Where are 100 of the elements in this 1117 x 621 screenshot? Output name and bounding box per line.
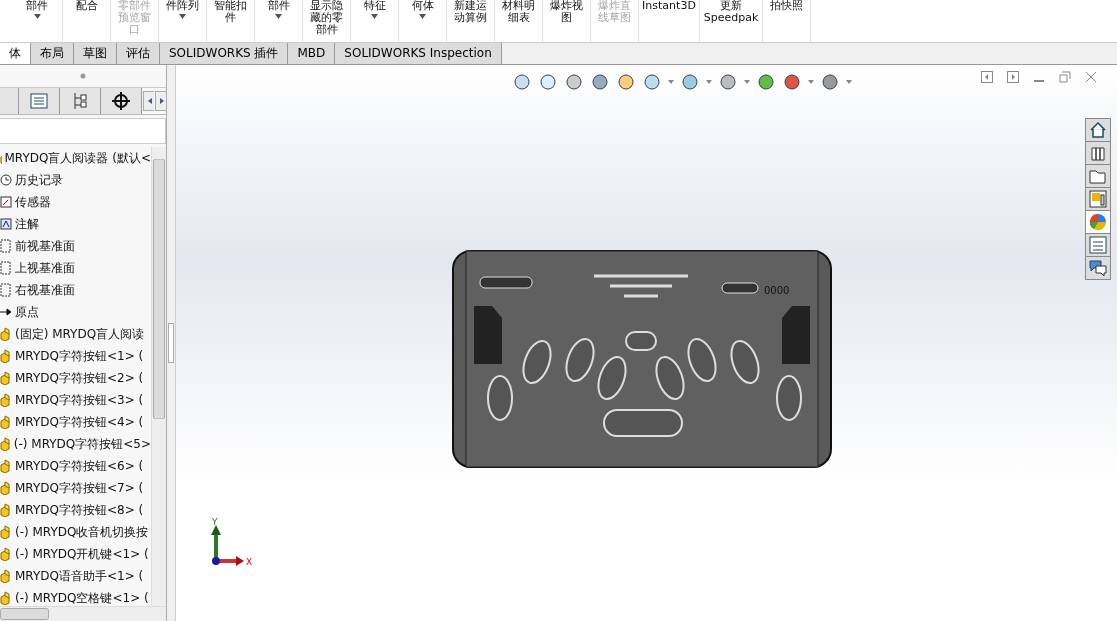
tree-item[interactable]: 注解 [15, 215, 39, 233]
ribbon-command[interactable]: 特征 [363, 0, 386, 12]
ribbon-command[interactable]: 智能扣 [214, 0, 247, 12]
ribbon-command[interactable]: 新建运 [454, 0, 487, 12]
ribbon-command[interactable]: 件阵列 [166, 0, 199, 12]
caret-icon[interactable] [419, 14, 426, 19]
crosshair-icon[interactable] [112, 92, 130, 110]
tree-item[interactable]: 历史记录 [15, 171, 63, 189]
cubes-icon [0, 393, 12, 407]
ribbon-tab[interactable]: 体 [0, 43, 31, 64]
ribbon-tab[interactable]: 评估 [117, 43, 160, 64]
caret-icon[interactable] [743, 80, 750, 84]
tree-item[interactable]: MRYDQ字符按钮<7> ( [15, 479, 144, 497]
ribbon-command[interactable]: 拍快照 [770, 0, 803, 12]
ribbon-tab[interactable]: 草图 [74, 43, 117, 64]
ribbon-command[interactable]: 细表 [507, 12, 530, 24]
ribbon-command[interactable]: 配合 [75, 0, 98, 12]
folder-icon [1089, 167, 1107, 185]
ribbon-command[interactable]: 何体 [411, 0, 434, 12]
cubes-icon [0, 503, 12, 517]
cubes-icon [0, 371, 12, 385]
tree-item[interactable]: 上视基准面 [15, 259, 75, 277]
caret-icon[interactable] [179, 14, 186, 19]
splitter-handle-icon[interactable] [168, 323, 174, 363]
grip-dot-icon[interactable] [80, 73, 86, 79]
caret-icon[interactable] [371, 14, 378, 19]
ribbon-command[interactable]: 动算例 [454, 12, 487, 24]
ribbon-command[interactable]: 更新 [720, 0, 742, 12]
ribbon-command[interactable]: 图 [561, 12, 572, 24]
task-pane-tab[interactable] [1085, 118, 1111, 142]
tree-item[interactable]: MRYDQ字符按钮<2> ( [15, 369, 144, 387]
caret-icon[interactable] [705, 80, 712, 84]
caret-icon[interactable] [845, 80, 852, 84]
cubes-icon [0, 591, 12, 605]
tree-item[interactable]: (固定) MRYDQ盲人阅读 [15, 325, 145, 343]
cubes-icon [0, 437, 11, 451]
tree-item[interactable]: 前视基准面 [15, 237, 75, 255]
model-engraved-text: 0000 [763, 285, 789, 296]
caret-icon[interactable] [33, 14, 41, 19]
tree-item[interactable]: (-) MRYDQ收音机切换按 [15, 523, 149, 541]
tree-item[interactable]: 传感器 [15, 193, 51, 211]
cubes-icon [0, 547, 12, 561]
vertical-scrollbar[interactable] [151, 147, 166, 606]
cubes-icon [0, 525, 12, 539]
chat-bubbles-icon [1089, 259, 1107, 277]
feature-tree-icon[interactable] [30, 93, 48, 109]
origin-arrow-icon [0, 308, 12, 316]
plane-icon [0, 261, 12, 275]
filter-field[interactable] [0, 118, 166, 144]
ribbon-command[interactable]: 材料明 [502, 0, 535, 12]
ribbon-command[interactable]: 件 [225, 12, 236, 24]
annotation-icon [0, 218, 12, 230]
caret-icon[interactable] [807, 80, 814, 84]
tree-item[interactable]: (-) MRYDQ空格键<1> ( [15, 589, 149, 606]
task-pane-tab[interactable] [1085, 141, 1111, 165]
tree-item[interactable]: 原点 [15, 303, 39, 321]
ribbon-command[interactable]: Instant3D [642, 0, 696, 12]
axis-triad-drawing: Y X [206, 517, 256, 569]
cubes-icon [0, 349, 12, 363]
ribbon-command[interactable]: 部件 [26, 0, 48, 12]
ribbon-command[interactable]: Speedpak [703, 12, 759, 24]
left-arrow-icon[interactable] [143, 91, 154, 111]
color-sphere-icon [1089, 213, 1107, 231]
view-palette-icon [1089, 190, 1107, 208]
task-pane-tab[interactable] [1085, 256, 1111, 280]
ribbon-tab[interactable]: MBD [288, 43, 336, 64]
close-icon[interactable] [1085, 71, 1097, 83]
tile-right-icon[interactable] [1007, 71, 1019, 83]
ribbon-tab[interactable]: SOLIDWORKS 插件 [160, 43, 289, 64]
caret-icon[interactable] [275, 14, 282, 19]
ribbon-command[interactable]: 藏的零 [310, 12, 343, 24]
tree-item[interactable]: (-) MRYDQ开机键<1> ( [15, 545, 149, 563]
ribbon-tab[interactable]: SOLIDWORKS Inspection [335, 43, 502, 64]
cubes-icon [0, 569, 12, 583]
tree-item[interactable]: MRYDQ字符按钮<8> ( [15, 501, 144, 519]
ribbon-command[interactable]: 爆炸视 [550, 0, 583, 12]
configuration-icon[interactable] [72, 92, 88, 110]
right-arrow-icon[interactable] [155, 91, 166, 111]
tree-item[interactable]: MRYDQ字符按钮<3> ( [15, 391, 144, 409]
cubes-icon [0, 415, 12, 429]
tree-item[interactable]: MRYDQ字符按钮<4> ( [15, 413, 144, 431]
cubes-icon [0, 459, 12, 473]
scroll-thumb[interactable] [0, 608, 50, 620]
tree-item[interactable]: 右视基准面 [15, 281, 75, 299]
house-icon [1089, 121, 1107, 139]
ribbon-command[interactable]: 部件 [315, 24, 338, 36]
caret-icon[interactable] [667, 80, 674, 84]
horizontal-scrollbar[interactable] [0, 606, 166, 621]
ribbon-command[interactable]: 显示隐 [310, 0, 343, 12]
plane-icon [0, 239, 12, 253]
tree-item[interactable]: (-) MRYDQ字符按钮<5> [13, 435, 151, 453]
ribbon-tab[interactable]: 布局 [31, 43, 74, 64]
tree-item[interactable]: MRYDQ字符按钮<6> ( [15, 457, 144, 475]
task-pane-tab[interactable] [1085, 210, 1111, 234]
ribbon-command[interactable]: 部件 [267, 0, 290, 12]
books-icon [1089, 144, 1107, 162]
tree-item[interactable]: MRYDQ语音助手<1> ( [15, 567, 144, 585]
tree-item[interactable]: MRYDQ字符按钮<1> ( [15, 347, 144, 365]
tile-left-icon[interactable] [981, 71, 993, 83]
tree-item[interactable]: MRYDQ盲人阅读器 (默认< [4, 149, 151, 167]
